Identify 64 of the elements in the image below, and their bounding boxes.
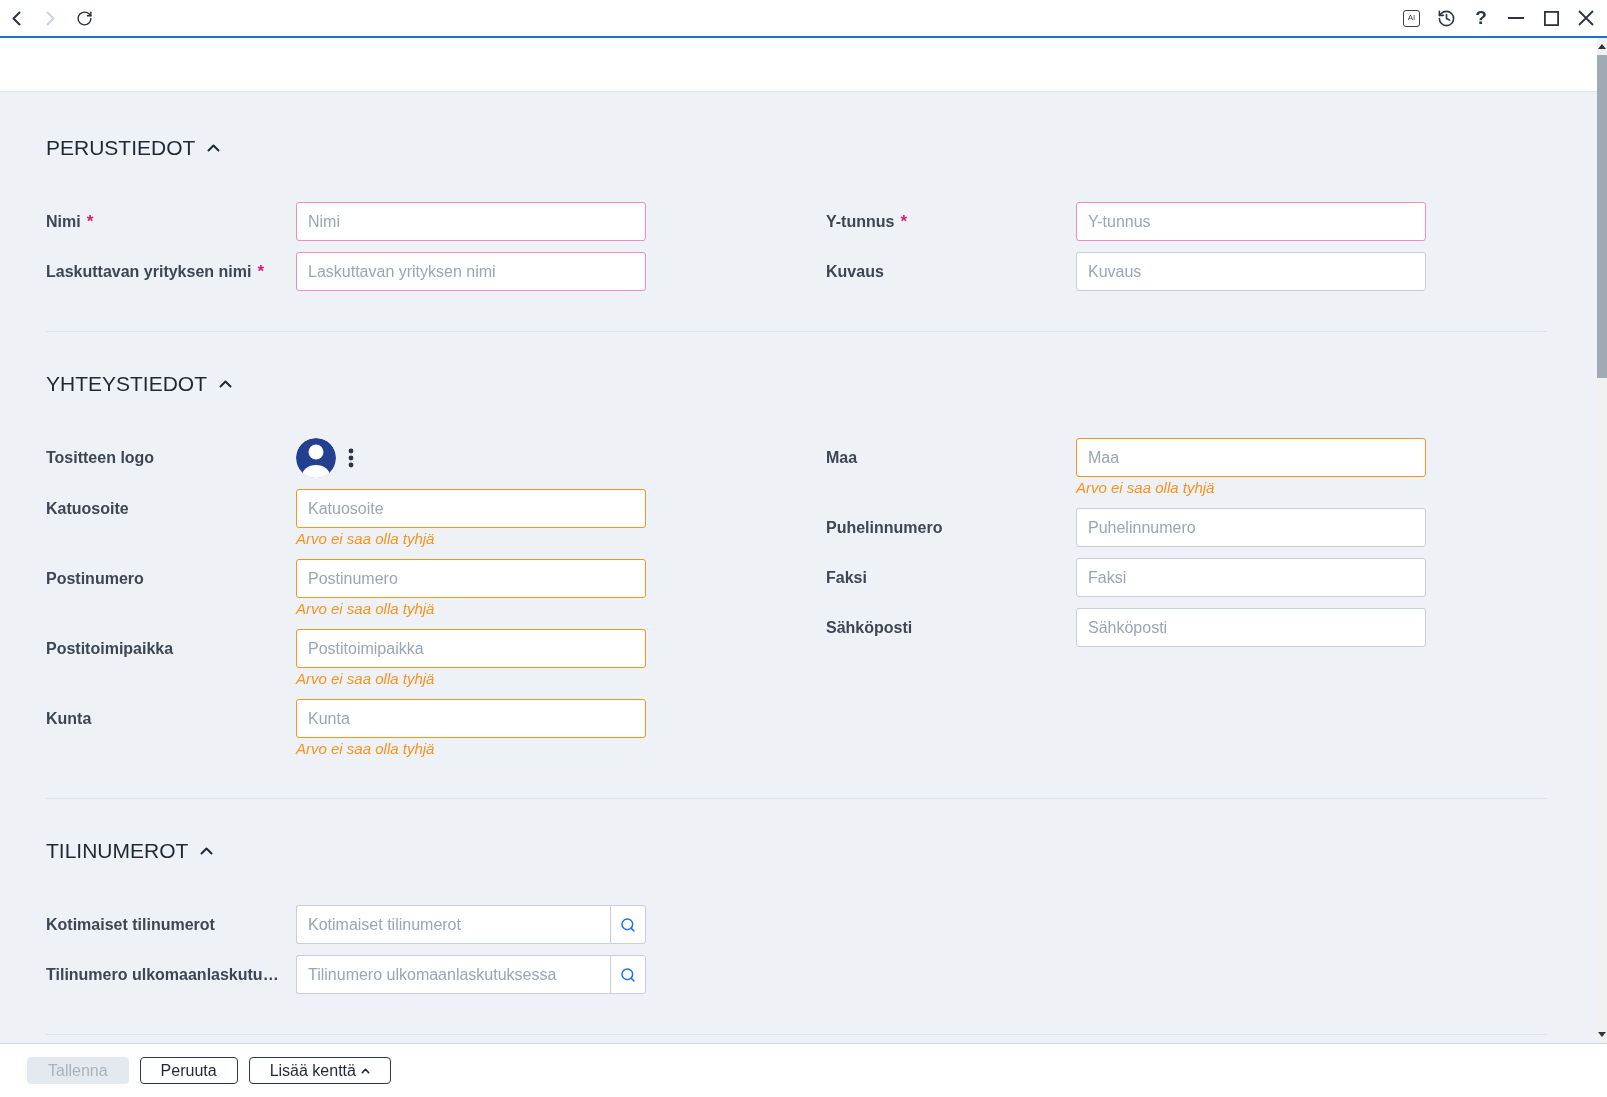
input-field[interactable]: Postinumero	[296, 559, 646, 598]
error-message: Arvo ei saa olla tyhjä	[296, 739, 436, 758]
avatar-icon	[296, 438, 336, 478]
input-field[interactable]: Katuosoite	[296, 489, 646, 528]
input-field[interactable]: Y-tunnus	[1076, 202, 1426, 241]
chevron-left-icon	[11, 10, 21, 26]
field-label: Y-tunnus	[826, 212, 895, 231]
input-field[interactable]: Faksi	[1076, 558, 1426, 597]
field-label: Tositteen logo	[46, 449, 155, 467]
chevron-up-icon	[200, 847, 214, 855]
input-field[interactable]: Laskuttavan yrityksen nimi	[296, 252, 646, 291]
field-label: Katuosoite	[46, 499, 129, 518]
refresh-icon	[75, 9, 93, 27]
input-field[interactable]: Maa	[1076, 438, 1426, 477]
chevron-right-icon	[45, 10, 55, 26]
search-button[interactable]	[610, 955, 646, 994]
field-label: Postinumero	[46, 569, 144, 588]
field-label: Sähköposti	[826, 618, 913, 637]
field-label: Puhelinnumero	[826, 518, 943, 537]
history-icon	[1436, 8, 1456, 28]
field-label: Faksi	[826, 568, 867, 587]
error-message: Arvo ei saa olla tyhjä	[296, 529, 436, 548]
input-field[interactable]: Kunta	[296, 699, 646, 738]
required-mark: *	[900, 211, 908, 232]
chevron-up-icon	[219, 380, 233, 388]
required-mark: *	[257, 261, 265, 282]
section-header[interactable]: TILINUMEROT	[46, 836, 214, 866]
scrollbar[interactable]	[1597, 38, 1607, 1043]
error-message: Arvo ei saa olla tyhjä	[1076, 478, 1216, 497]
scrollbar-thumb[interactable]	[1597, 55, 1607, 378]
down-arrow-icon	[1598, 1032, 1606, 1037]
field-label: Postitoimipaikka	[46, 639, 174, 658]
help-button[interactable]: ?	[1466, 3, 1496, 33]
section-header[interactable]: PERUSTIEDOT	[46, 133, 221, 163]
up-arrow-icon	[1598, 44, 1606, 49]
input-field[interactable]: Postitoimipaikka	[296, 629, 646, 668]
field-label: Laskuttavan yrityksen nimi	[46, 262, 252, 281]
maximize-icon	[1543, 10, 1559, 26]
error-message: Arvo ei saa olla tyhjä	[296, 599, 436, 618]
search-icon	[620, 916, 636, 933]
field-label: Kunta	[46, 709, 92, 728]
field-label: Kuvaus	[826, 262, 884, 281]
field-label: Tilinumero ulkomaanlaskutu…	[46, 965, 279, 984]
input-field[interactable]: Puhelinnumero	[1076, 508, 1426, 547]
field-label: Maa	[826, 448, 858, 467]
ai-button[interactable]: AI	[1403, 9, 1420, 27]
field-label: Kotimaiset tilinumerot	[46, 915, 215, 934]
search-icon	[620, 966, 636, 983]
input-field[interactable]: Sähköposti	[1076, 608, 1426, 647]
field-label: Nimi	[46, 212, 81, 231]
required-mark: *	[86, 211, 94, 232]
footer-button[interactable]: Lisää kenttä	[248, 1057, 391, 1084]
footer-button[interactable]: Peruuta	[139, 1057, 238, 1084]
input-field[interactable]: Kotimaiset tilinumerot	[296, 905, 610, 944]
input-field[interactable]: Tilinumero ulkomaanlaskutuksessa	[296, 955, 610, 994]
section-header[interactable]: YHTEYSTIEDOT	[46, 369, 233, 399]
input-field[interactable]: Nimi	[296, 202, 646, 241]
input-field[interactable]: Kuvaus	[1076, 252, 1426, 291]
chevron-up-icon	[207, 144, 221, 152]
search-button[interactable]	[610, 905, 646, 944]
close-icon	[1578, 10, 1594, 26]
error-message: Arvo ei saa olla tyhjä	[296, 669, 436, 688]
vertical-dots-icon	[348, 448, 354, 468]
minimize-icon	[1508, 17, 1524, 19]
